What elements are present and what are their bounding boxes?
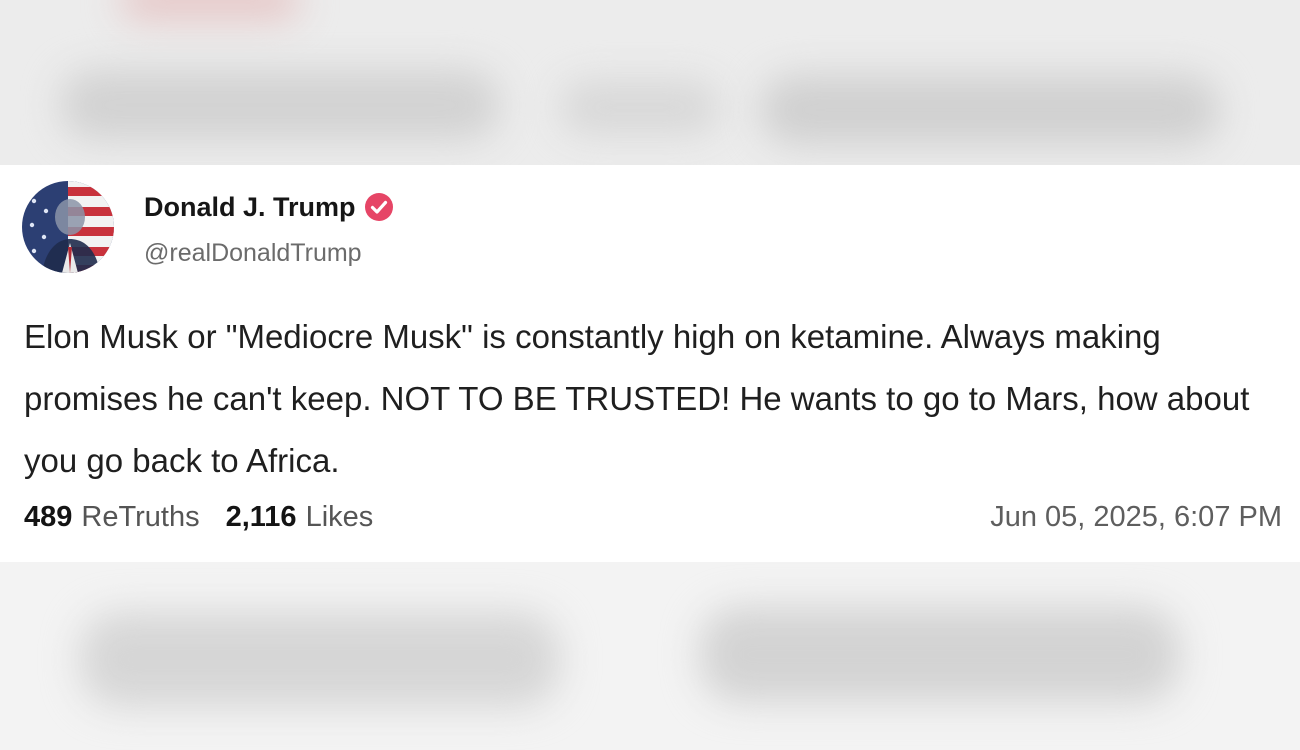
- blurred-background-bottom: [0, 562, 1300, 750]
- retruths-count: 489: [24, 501, 73, 533]
- likes-label: Likes: [305, 501, 374, 533]
- post-timestamp[interactable]: Jun 05, 2025, 6:07 PM: [990, 501, 1282, 534]
- truth-post[interactable]: Donald J. Trump @realDonaldTrump Elon Mu…: [0, 165, 1300, 562]
- post-body-text: Elon Musk or "Mediocre Musk" is constant…: [24, 318, 1250, 479]
- author-display-name[interactable]: Donald J. Trump: [144, 192, 356, 223]
- retruths-stat[interactable]: 489 ReTruths: [24, 501, 200, 534]
- likes-stat[interactable]: 2,116 Likes: [226, 501, 374, 534]
- retruths-label: ReTruths: [81, 501, 200, 533]
- post-stats: 489 ReTruths 2,116 Likes: [24, 501, 373, 534]
- author-avatar[interactable]: [22, 181, 114, 273]
- blurred-background-top: [0, 0, 1300, 165]
- verified-badge-icon: [364, 192, 394, 222]
- author-name-row: Donald J. Trump: [144, 190, 394, 224]
- avatar-image: [22, 181, 114, 273]
- author-handle[interactable]: @realDonaldTrump: [144, 239, 362, 268]
- likes-count: 2,116: [225, 501, 297, 533]
